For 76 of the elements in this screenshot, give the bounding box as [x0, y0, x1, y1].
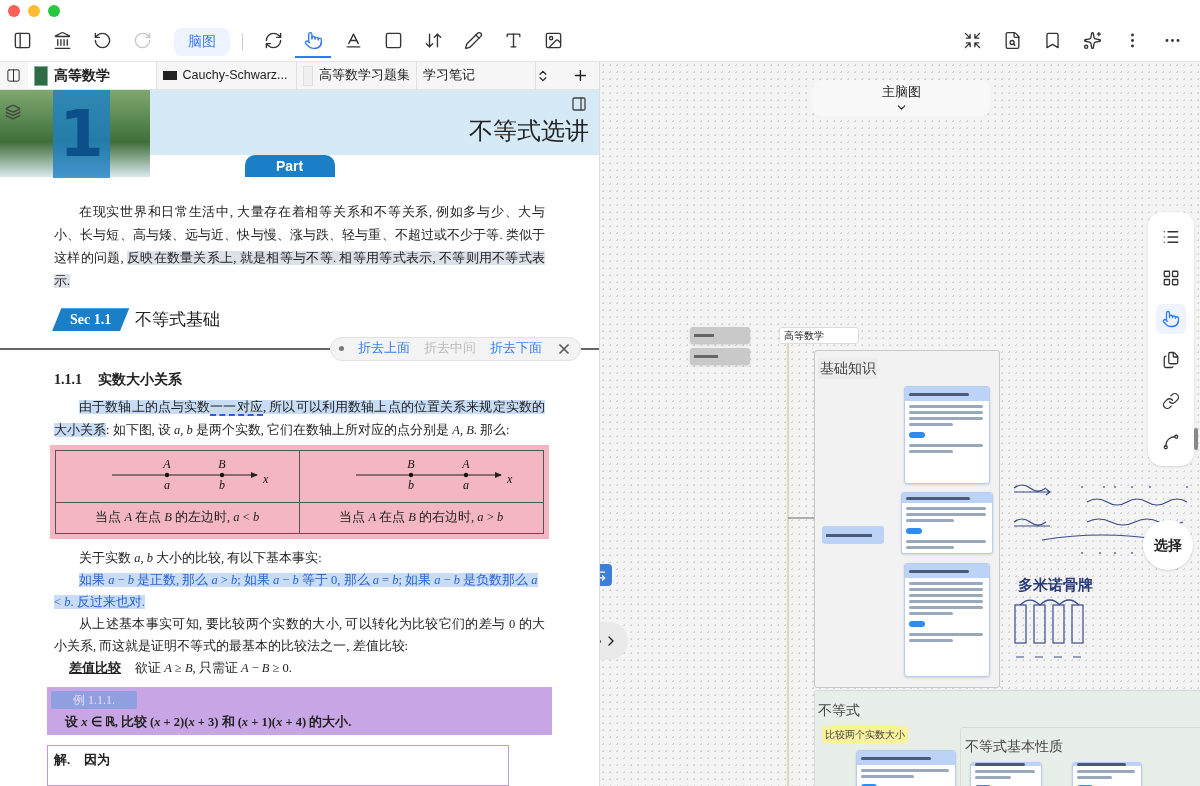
body-paragraph: 由于数轴上的点与实数一一对应, 所以可以利用数轴上点的位置关系来规定实数的大小关系: 如下图, 设 a, b 是两个实数, 它们在数轴上所对应的点分别是 A, B. 那么:	[54, 398, 545, 439]
chapter-title: 不等式选讲	[469, 116, 589, 148]
body-paragraph: 从上述基本事实可知, 要比较两个实数的大小, 可以转化为比较它们的差与 0 的大小关系, 而这就是证明不等式的最基本的比较法之一, 差值比较:	[54, 615, 545, 655]
tag-chip	[909, 621, 925, 627]
point-dot	[165, 472, 170, 478]
card-title-lines	[861, 756, 931, 760]
point-label: A	[462, 457, 470, 472]
body-paragraph: 关于实数 a, b 大小的比较, 有以下基本事实:	[78, 549, 323, 567]
map-title-pill[interactable]: 主脑图	[812, 80, 990, 116]
number-line-caption: 当点 A 在点 B 的右边时, a > b	[339, 509, 504, 527]
card-title-lines	[909, 392, 970, 396]
document-thumbnail-icon	[162, 71, 177, 80]
point-label: b	[219, 478, 226, 493]
section-badge: Sec 1.1	[52, 308, 130, 332]
point-label: a	[463, 478, 470, 493]
book-cover-icon	[33, 65, 48, 86]
part-label: Part	[244, 155, 335, 178]
document-tab[interactable]: 高等数学	[27, 62, 157, 89]
subsection-title: 实数大小关系	[98, 370, 182, 389]
frame-title: 基础知识	[818, 358, 878, 379]
point-dot	[220, 472, 225, 478]
fold-option[interactable]: 折去上面	[358, 339, 410, 358]
root-node[interactable]: 高等数学	[779, 327, 859, 344]
fold-option[interactable]: 折去下面	[490, 339, 542, 358]
note-card[interactable]	[904, 386, 990, 484]
mind-map-node[interactable]	[690, 327, 750, 344]
axis-label: x	[507, 472, 513, 487]
document-tab[interactable]: 学习笔记	[417, 62, 537, 89]
axis-label: x	[263, 472, 269, 487]
card-text-lines	[1077, 770, 1137, 779]
point-label: B	[218, 457, 226, 472]
mind-map-node[interactable]	[690, 348, 750, 365]
card-title-lines	[909, 569, 970, 573]
hand-pointer-icon[interactable]	[1156, 303, 1186, 334]
number-line-caption: 当点 A 在点 B 的左边时, a < b	[95, 509, 260, 527]
document-tab[interactable]: 高等数学习题集	[297, 62, 418, 89]
handwritten-note-title: 多米诺骨牌	[1018, 575, 1093, 596]
panel-toggle-icon[interactable]	[571, 96, 587, 112]
frame-title: 不等式基本性质	[965, 737, 1063, 756]
scrollbar-thumb[interactable]	[1194, 428, 1198, 450]
note-card[interactable]	[901, 492, 993, 554]
subsection-number: 1.1.1	[54, 370, 82, 389]
layers-icon[interactable]	[5, 104, 21, 120]
mind-map-button[interactable]: 脑图	[174, 27, 230, 56]
solution-label: 解.	[54, 751, 71, 770]
point-label: A	[163, 457, 171, 472]
example-text: 设 x ∈ ℝ, 比较 (x + 2)(x + 3) 和 (x + 1)(x + 4) 的大小.	[64, 713, 353, 731]
page-thumbnail-icon	[303, 65, 314, 86]
split-view-icon[interactable]	[6, 68, 22, 83]
highlighted-paragraph: 如果 a − b 是正数, 那么 a > b; 如果 a − b 等于 0, 那么 a = b; 如果 a − b 是负数那么 a < b. 反过来也对.	[54, 571, 539, 611]
point-dot	[409, 472, 414, 478]
card-text-lines	[975, 770, 1037, 779]
card-title-lines	[1077, 763, 1126, 766]
point-label: a	[164, 478, 171, 493]
document-tab[interactable]: Cauchy-Schwarz...	[156, 62, 298, 89]
select-button[interactable]: 选择	[1143, 520, 1193, 570]
frame-title: 不等式	[818, 701, 860, 720]
note-card[interactable]	[904, 563, 990, 677]
point-label: b	[408, 478, 415, 493]
example-label: 例 1.1.1.	[51, 690, 137, 709]
card-title-lines	[906, 496, 971, 500]
solution-text: 因为	[84, 751, 111, 770]
point-label: B	[407, 457, 415, 472]
rule-term: 差值比较	[69, 659, 121, 677]
mind-map-node[interactable]	[822, 526, 884, 544]
close-window-button[interactable]	[8, 5, 20, 17]
section-title: 不等式基础	[135, 308, 221, 332]
card-title-lines	[975, 763, 1026, 766]
point-dot	[464, 472, 469, 478]
tag-chip	[906, 528, 922, 534]
rule-text: 欲证 A ≥ B, 只需证 A − B ≥ 0.	[135, 659, 292, 677]
tag-chip	[909, 432, 925, 438]
new-tab-icon[interactable]	[572, 67, 589, 84]
mind-map-node[interactable]: 比较两个实数大小	[822, 726, 908, 743]
intro-paragraph: 在现实世界和日常生活中, 大量存在着相等关系和不等关系, 例如多与少、大与小、长与短、高与矮、远与近、快与慢、涨与跌、轻与重、不超过或不少于等. 类似于这样的问题, 反映在数量关系上, 就是相等与不等. 相等用等式表示, 不等则用不等式表示.	[54, 204, 545, 291]
map-title: 主脑图	[881, 82, 921, 101]
